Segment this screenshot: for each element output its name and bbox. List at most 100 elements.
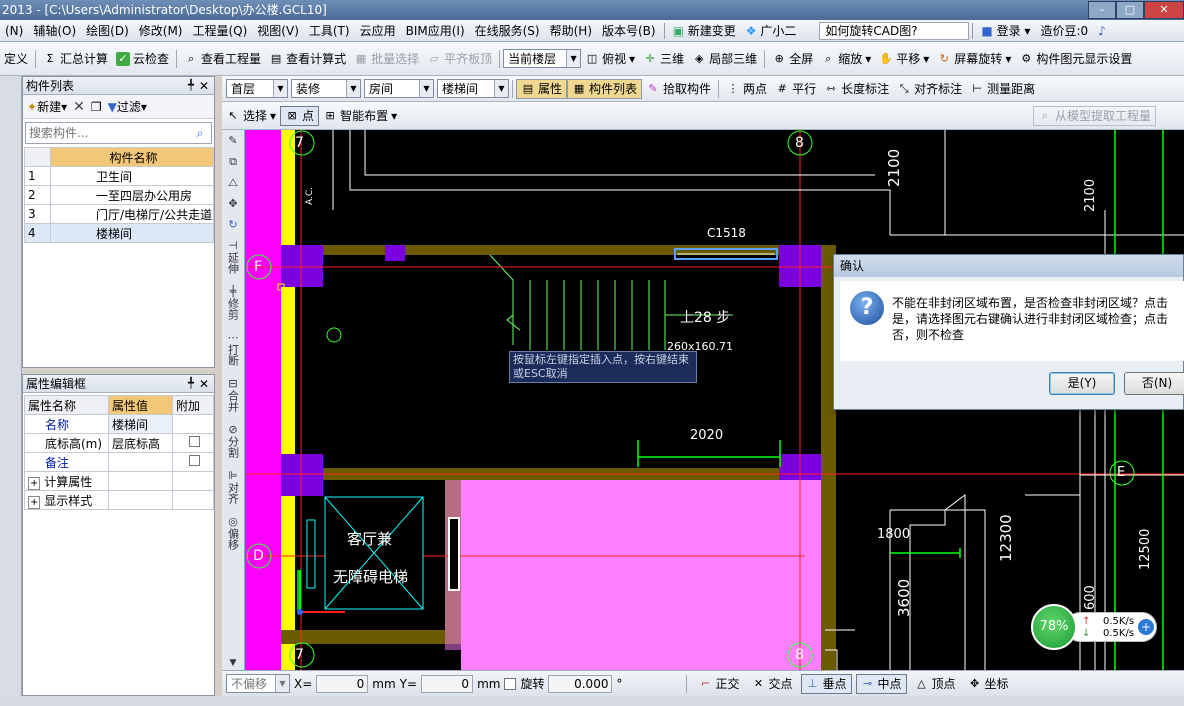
menu-cloud[interactable]: 云应用	[355, 22, 401, 39]
menu-axis[interactable]: 辅轴(O)	[28, 22, 81, 39]
filter-button[interactable]: ▼过滤▾	[108, 98, 147, 115]
x-input[interactable]: 0	[316, 674, 369, 693]
zoom-button[interactable]: ⌕ 缩放 ▾	[817, 49, 875, 69]
table-row[interactable]: 底标高(m) 层底标高	[24, 433, 214, 453]
menu-help[interactable]: 帮助(H)	[545, 22, 597, 39]
y-input[interactable]: 0	[421, 674, 474, 693]
local-3d-button[interactable]: ◈ 局部三维	[688, 49, 761, 69]
pin-icon[interactable]: ╇	[188, 77, 194, 95]
prop-group[interactable]: + 计算属性	[24, 471, 109, 491]
category-select[interactable]: 装修 ▼	[291, 79, 361, 98]
prop-extra-checkbox[interactable]	[172, 452, 214, 472]
smart-place-button[interactable]: ⊞ 智能布置 ▾	[319, 106, 401, 126]
menu-bim[interactable]: BIM应用(I)	[401, 22, 470, 39]
display-settings-button[interactable]: ⚙ 构件图元显示设置	[1015, 49, 1136, 69]
rotate-input[interactable]: 0.000	[548, 674, 613, 693]
view-qty-button[interactable]: ⌕ 查看工程量	[180, 49, 265, 69]
maximize-icon[interactable]: □	[1116, 1, 1144, 19]
search-icon[interactable]: ⌕	[189, 126, 211, 141]
extract-from-model-button[interactable]: ⌕ 从模型提取工程量	[1032, 105, 1156, 126]
no-button[interactable]: 否(N)	[1124, 372, 1184, 395]
select-button[interactable]: ↖ 选择 ▾	[222, 106, 280, 126]
trim-button[interactable]: ╪ 修剪	[222, 285, 244, 323]
new-change-button[interactable]: ▣ 新建变更	[668, 22, 741, 39]
table-row[interactable]: 备注	[24, 452, 214, 472]
table-row[interactable]: 名称 楼梯间	[24, 414, 214, 434]
component-search-input[interactable]	[26, 124, 189, 142]
table-row-selected[interactable]: 4 楼梯间	[24, 223, 214, 243]
prop-extra-checkbox[interactable]	[172, 433, 214, 453]
offset-button[interactable]: ◎ 偏移	[222, 515, 244, 553]
bell-icon[interactable]: ♪	[1093, 24, 1111, 38]
table-row[interactable]: 3 门厅/电梯厅/公共走道	[24, 204, 214, 224]
screen-rotate-button[interactable]: ↻ 屏幕旋转 ▾	[933, 49, 1015, 69]
delete-icon[interactable]: ✕	[73, 99, 85, 115]
guang-xiao-er-button[interactable]: ❖ 广小二	[741, 22, 802, 39]
move-icon[interactable]: ✥	[222, 197, 244, 210]
offset-select[interactable]: 不偏移 ▼	[226, 674, 290, 693]
three-d-button[interactable]: ✛ 三维	[639, 49, 688, 69]
type-select[interactable]: 房间 ▼	[364, 79, 434, 98]
prop-value[interactable]: 层底标高	[108, 433, 173, 453]
view-formula-button[interactable]: ▤ 查看计算式	[265, 49, 350, 69]
merge-button[interactable]: ⊟ 合并	[222, 377, 244, 415]
menu-online[interactable]: 在线服务(S)	[470, 22, 545, 39]
pick-button[interactable]: ✎ 拾取构件	[642, 79, 715, 99]
align-button[interactable]: ⊫ 对齐	[222, 469, 244, 507]
table-row[interactable]: 2 一至四层办公用房	[24, 185, 214, 205]
brush-icon[interactable]: ✎	[222, 134, 244, 147]
prop-group[interactable]: + 显示样式	[24, 490, 109, 510]
table-row[interactable]: 1 卫生间	[24, 166, 214, 186]
vertex-toggle[interactable]: △ 顶点	[911, 674, 960, 694]
top-view-button[interactable]: ◫ 俯视 ▾	[581, 49, 639, 69]
coord-toggle[interactable]: ✥ 坐标	[964, 674, 1013, 694]
floor-scope-select[interactable]: 当前楼层 ▼	[503, 49, 582, 68]
menu-quantity[interactable]: 工程量(Q)	[187, 22, 252, 39]
menu-draw[interactable]: 绘图(D)	[81, 22, 134, 39]
measure-button[interactable]: ⊢ 测量距离	[966, 79, 1039, 99]
point-button[interactable]: ⊠ 点	[280, 105, 320, 126]
close-icon[interactable]: ✕	[1144, 1, 1184, 19]
close-icon[interactable]: ✕	[199, 375, 209, 393]
sum-calc-button[interactable]: Σ 汇总计算	[39, 49, 112, 69]
align-mark-button[interactable]: ⤡ 对齐标注	[893, 79, 966, 99]
menu-version[interactable]: 版本号(B)	[597, 22, 661, 39]
rotate-checkbox[interactable]	[504, 677, 517, 690]
pin-icon[interactable]: ╇	[188, 375, 194, 393]
minimize-icon[interactable]: –	[1088, 1, 1116, 19]
cloud-check-button[interactable]: ✓ 云检查	[112, 49, 173, 69]
plus-icon[interactable]: +	[1138, 619, 1154, 635]
menu-view[interactable]: 视图(V)	[252, 22, 304, 39]
menu-tools[interactable]: 工具(T)	[304, 22, 355, 39]
floor-select[interactable]: 首层 ▼	[226, 79, 288, 98]
close-icon[interactable]: ✕	[199, 77, 209, 95]
prop-value[interactable]	[108, 452, 173, 472]
memory-usage-ball[interactable]: 78%	[1031, 604, 1077, 650]
parallel-button[interactable]: # 平行	[771, 79, 820, 99]
help-search-box[interactable]: 如何旋转CAD图?	[819, 21, 970, 40]
mid-toggle[interactable]: ⊸ 中点	[855, 673, 907, 694]
flush-top-button[interactable]: ▱ 平齐板顶	[423, 49, 496, 69]
zaojia-dou[interactable]: 造价豆:0	[1035, 22, 1093, 39]
component-select[interactable]: 楼梯间 ▼	[437, 79, 509, 98]
fullscreen-button[interactable]: ⊕ 全屏	[768, 49, 817, 69]
mirror-icon[interactable]: ⧍	[222, 176, 244, 189]
login-button[interactable]: ■ 登录 ▾	[976, 22, 1035, 39]
new-button[interactable]: ✦新建▾	[27, 98, 67, 115]
copy-obj-icon[interactable]: ⧉	[222, 155, 244, 168]
table-row[interactable]: + 计算属性	[24, 471, 214, 491]
extend-button[interactable]: ⊣ 延伸	[222, 239, 244, 277]
more-tools-icon[interactable]: ▼	[222, 658, 244, 668]
network-widget[interactable]: ↑ 0.5K/s ↓ 0.5K/s + 78%	[1031, 604, 1159, 650]
intersect-toggle[interactable]: ✕ 交点	[747, 674, 796, 694]
break-button[interactable]: ⋯ 打断	[222, 331, 244, 369]
batch-select-button[interactable]: ▦ 批量选择	[350, 49, 423, 69]
perp-toggle[interactable]: ⊥ 垂点	[800, 673, 852, 694]
component-list-button[interactable]: ▦ 构件列表	[567, 78, 643, 99]
ortho-toggle[interactable]: ⌐ 正交	[694, 674, 743, 694]
table-row[interactable]: + 显示样式	[24, 490, 214, 510]
menu-modify[interactable]: 修改(M)	[134, 22, 188, 39]
prop-value[interactable]: 楼梯间	[108, 414, 173, 434]
two-points-button[interactable]: ⋮ 两点	[722, 79, 771, 99]
define-button[interactable]: 定义	[0, 49, 32, 69]
